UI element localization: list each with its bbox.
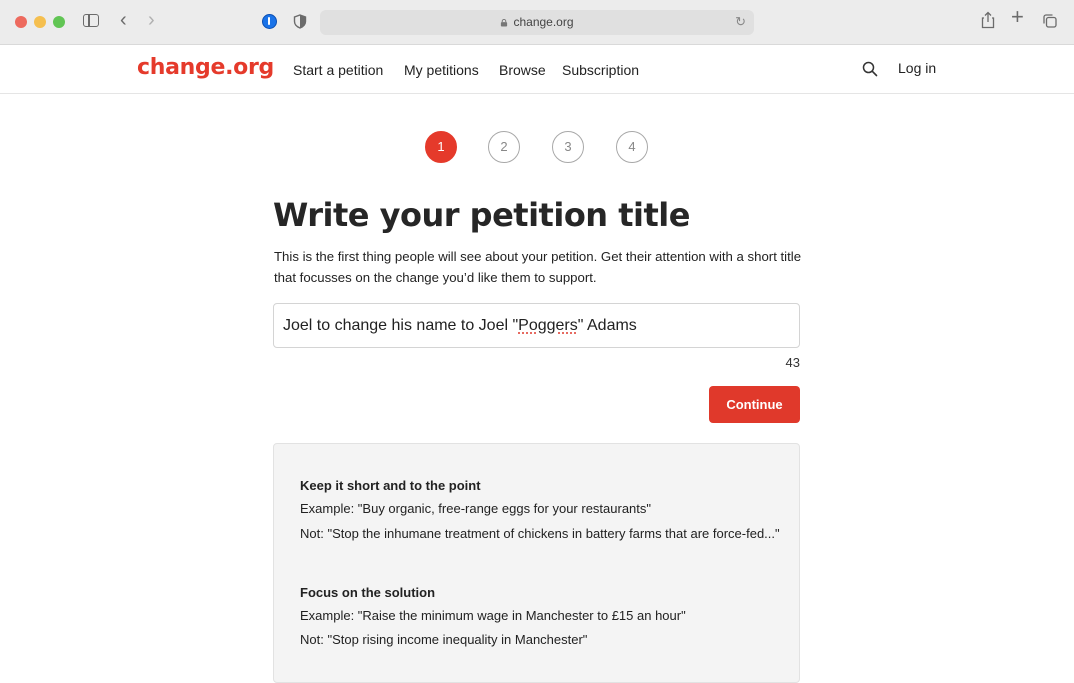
site-header: change.org Start a petition My petitions… [0,45,1074,94]
page-title: Write your petition title [273,196,690,234]
petition-title-input[interactable]: Joel to change his name to Joel "Poggers… [273,303,800,348]
step-2: 2 [488,131,520,163]
title-text-after: " Adams [578,317,637,334]
back-icon[interactable]: ‹ [120,12,127,28]
password-manager-icon[interactable] [262,14,277,29]
browser-toolbar: ‹ › change.org ↻ + [0,0,1074,45]
character-count: 43 [786,355,800,370]
privacy-shield-icon[interactable] [293,14,307,29]
reload-icon[interactable]: ↻ [735,14,746,30]
nav-subscription[interactable]: Subscription [562,62,639,78]
tip-not: Not: "Stop the inhumane treatment of chi… [300,523,780,545]
title-text-before: Joel to change his name to Joel " [283,317,518,334]
lock-icon [500,19,508,27]
step-1: 1 [425,131,457,163]
logo[interactable]: change.org [137,55,274,80]
address-bar[interactable]: change.org ↻ [320,10,754,35]
tip-example: Example: "Raise the minimum wage in Manc… [300,605,780,627]
share-icon[interactable] [981,11,995,29]
close-window-button[interactable] [15,16,27,28]
nav-browse[interactable]: Browse [499,62,546,78]
step-4: 4 [616,131,648,163]
zoom-window-button[interactable] [53,16,65,28]
new-tab-icon[interactable]: + [1011,9,1024,25]
tip-not: Not: "Stop rising income inequality in M… [300,629,780,651]
tip-heading: Keep it short and to the point [300,478,481,493]
nav-start-petition[interactable]: Start a petition [293,62,383,78]
url-text: change.org [513,15,573,29]
tips-panel: Keep it short and to the point Example: … [273,443,800,683]
tab-overview-icon[interactable] [1043,14,1057,28]
step-3: 3 [552,131,584,163]
sidebar-toggle-icon[interactable] [83,14,99,27]
minimize-window-button[interactable] [34,16,46,28]
continue-button[interactable]: Continue [709,386,800,423]
forward-icon[interactable]: › [148,12,155,28]
nav-my-petitions[interactable]: My petitions [404,62,479,78]
search-icon[interactable] [862,61,878,77]
tip-example: Example: "Buy organic, free-range eggs f… [300,498,780,520]
title-text-misspelled: Poggers [518,317,578,334]
tip-heading: Focus on the solution [300,585,435,600]
page-description: This is the first thing people will see … [274,246,804,288]
login-link[interactable]: Log in [898,60,936,76]
